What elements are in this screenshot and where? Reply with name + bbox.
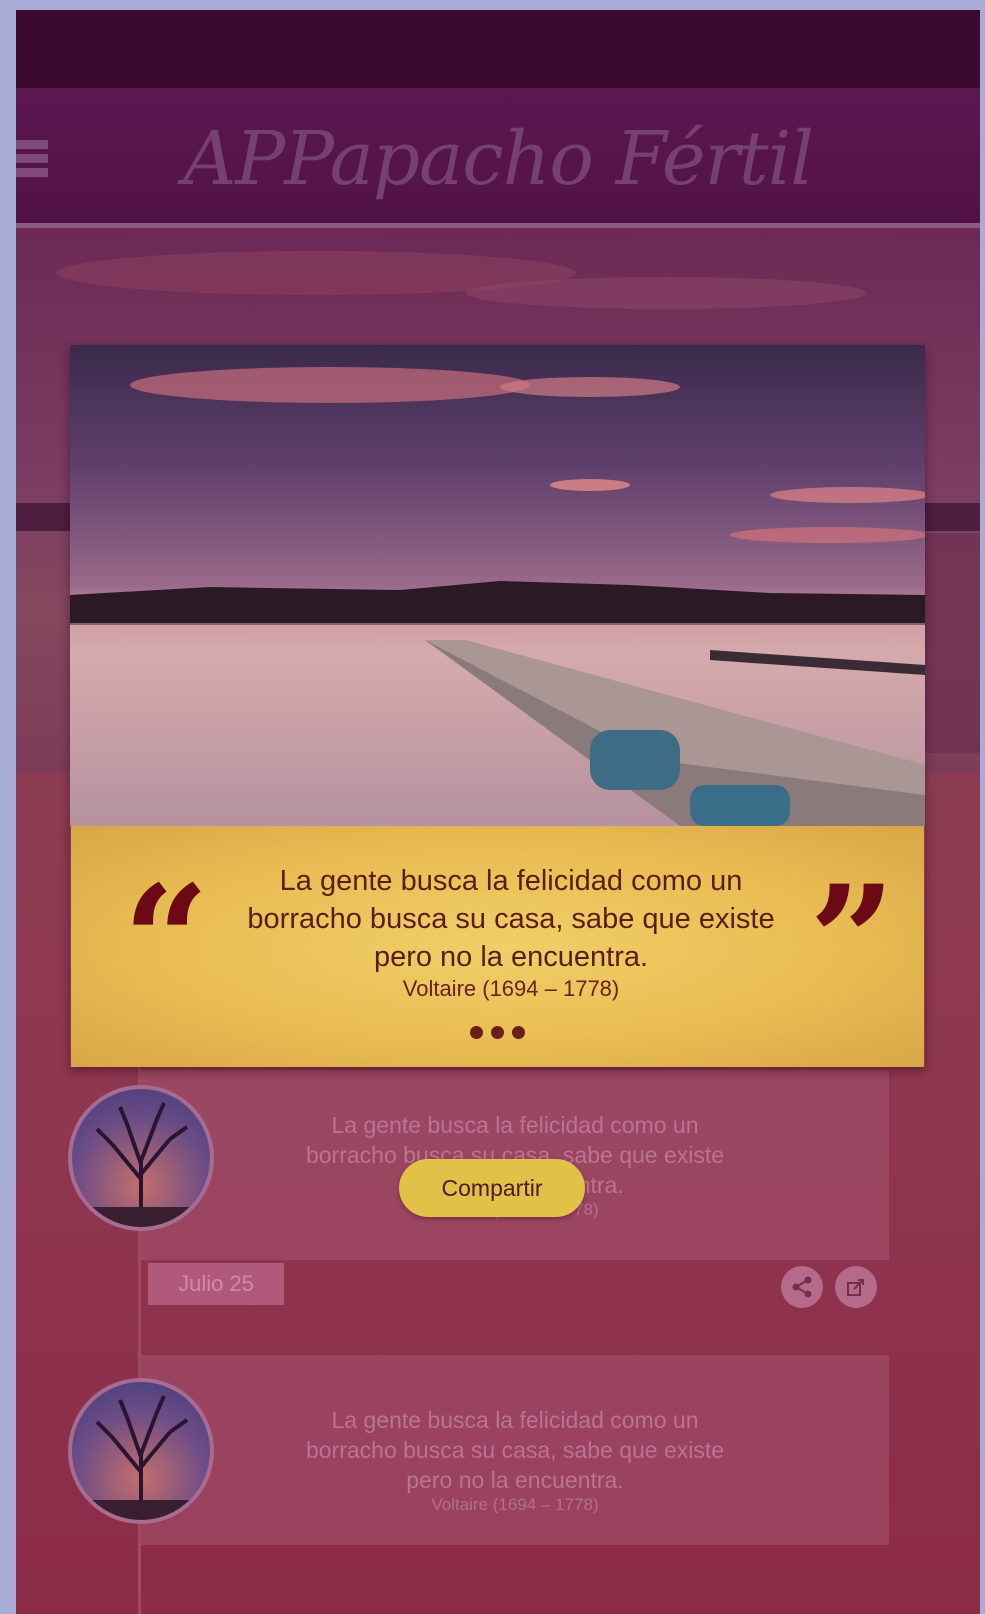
share-button[interactable]: Compartir xyxy=(399,1159,585,1217)
close-quote-icon: ” xyxy=(809,853,896,1029)
quote-panel: “ ” La gente busca la felicidad como un … xyxy=(71,826,924,1067)
app-screen: APPapacho Fértil La gente busca la felic… xyxy=(16,10,980,1614)
tree-icon xyxy=(72,1395,210,1520)
quote-text: La gente busca la felicidad como un borr… xyxy=(247,865,775,973)
card-quote-text: La gente busca la felicidad como un borr… xyxy=(141,1405,889,1515)
external-share-icon[interactable] xyxy=(835,1266,877,1308)
app-header: APPapacho Fértil xyxy=(16,88,980,228)
more-dots-icon[interactable] xyxy=(71,1026,924,1044)
date-chip: Julio 25 xyxy=(148,1263,284,1305)
status-bar xyxy=(16,10,980,88)
avatar xyxy=(68,1085,214,1231)
quote-author: Voltaire (1694 – 1778) xyxy=(402,976,620,1001)
share-icon[interactable] xyxy=(781,1266,823,1308)
modal-image xyxy=(70,345,925,826)
tree-icon xyxy=(72,1102,210,1227)
lake-dock-image xyxy=(70,367,925,826)
app-title: APPapacho Fértil xyxy=(182,116,814,202)
avatar xyxy=(68,1378,214,1524)
open-quote-icon: “ xyxy=(123,853,210,1029)
quote-modal: “ ” La gente busca la felicidad como un … xyxy=(70,345,925,1067)
card-author: Voltaire (1694 – 1778) xyxy=(431,1495,599,1514)
quote-card[interactable]: La gente busca la felicidad como un borr… xyxy=(141,1355,889,1545)
card-quote: La gente busca la felicidad como un borr… xyxy=(305,1407,725,1493)
